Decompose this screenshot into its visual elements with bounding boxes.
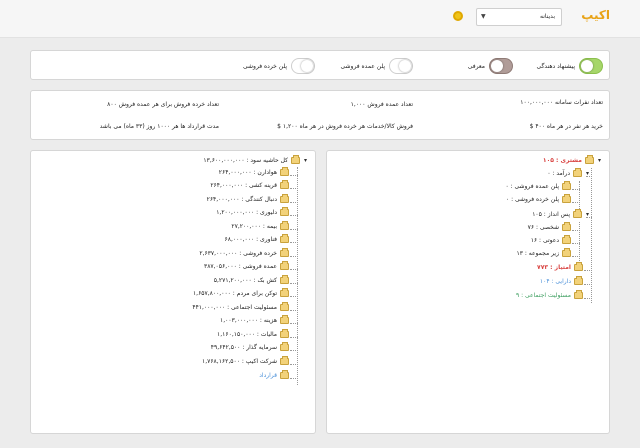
tree-node-income[interactable]: ▾ درآمد : ۰	[547, 168, 591, 177]
folder-icon	[280, 288, 289, 297]
folder-icon	[280, 221, 289, 230]
collapse-icon[interactable]: ▾	[596, 157, 603, 164]
tree-node-wholesale-plan[interactable]: پلن عمده فروشی : ۰	[505, 181, 571, 190]
tree-node-retail-plan[interactable]: پلن خرده فروشی : ۰	[506, 194, 571, 203]
tree-node-ekip-company[interactable]: شرکت اکیپ : ۱,۷۶۸,۱۶۲,۵۰۰	[202, 356, 289, 365]
tree-node-lottery[interactable]: قرینه کشی : ۲۶۴,۰۰۰,۰۰۰	[210, 180, 289, 189]
folder-icon	[585, 155, 594, 164]
tree-node-technology[interactable]: فناوری : ۶۸,۰۰۰,۰۰۰	[225, 234, 289, 243]
info-retail-sales: فروش کالا/خدمات هر خرده فروش در هر ماه ۱…	[277, 123, 413, 130]
city-select-value: بدینانه	[539, 13, 555, 20]
folder-icon	[562, 235, 571, 244]
folder-icon	[280, 167, 289, 176]
app-logo[interactable]: اکیپ	[581, 8, 610, 22]
tree-node-social-responsibility[interactable]: مسئولیت اجتماعی : ۹	[516, 290, 583, 299]
folder-icon	[574, 276, 583, 285]
tree-node-fans[interactable]: هوادارن : ۲۶۴,۰۰۰,۰۰۰	[219, 167, 289, 176]
tree-node-social-responsibility-cost[interactable]: مسئولیت اجتماعی : ۴۴۱,۰۰۰,۰۰۰	[192, 302, 289, 311]
tree-node-contract[interactable]: قرارداد	[259, 370, 289, 379]
folder-icon	[573, 168, 582, 177]
switch-retail[interactable]	[291, 58, 315, 74]
profit-tree-panel: ▾ کل حاشیه سود : ۱۳,۶۰۰,۰۰۰,۰۰۰ هوادارن …	[30, 150, 316, 434]
folder-icon	[280, 342, 289, 351]
tree-node-personal[interactable]: شخصی : ۷۶	[528, 222, 571, 231]
tree-node-cost[interactable]: هزینه : ۱,۰۰۳,۰۰۰,۰۰۰	[220, 315, 289, 324]
folder-icon	[280, 302, 289, 311]
tree-node-people-token[interactable]: توکن برای مردم : ۱,۶۵۷,۸۰۰,۰۰۰	[193, 288, 289, 297]
folder-icon	[573, 209, 582, 218]
toggle-suggester[interactable]: پیشنهاد دهندگی	[533, 56, 603, 76]
tree-node-following[interactable]: دنبال کنندگی : ۲۶۴,۰۰۰,۰۰۰	[207, 194, 289, 203]
folder-icon	[562, 222, 571, 231]
customer-tree-panel: ▾ مشتری : ۱۰۵ ▾ درآمد : ۰ پلن عمده فروشی…	[326, 150, 610, 434]
toggle-retail-plan[interactable]: پلن خرده فروشی	[239, 56, 315, 76]
toggle-label: معرفی	[467, 62, 485, 70]
folder-icon	[574, 290, 583, 299]
tree-node-cashback[interactable]: کش بک : ۵,۲۷۱,۲۰۰,۰۰۰	[214, 275, 289, 284]
gear-icon[interactable]	[453, 11, 463, 21]
folder-icon	[280, 248, 289, 257]
folder-icon	[280, 180, 289, 189]
collapse-icon[interactable]: ▾	[302, 157, 309, 164]
collapse-icon[interactable]: ▾	[584, 211, 591, 218]
tree-node-total-margin[interactable]: ▾ کل حاشیه سود : ۱۳,۶۰۰,۰۰۰,۰۰۰	[203, 155, 309, 164]
folder-icon	[280, 194, 289, 203]
tree-node-tax[interactable]: مالیات : ۱,۱۶۰,۱۵۰,۰۰۰	[217, 329, 289, 338]
tree-node-savings[interactable]: ▾ پس انداز : ۱۰۵	[532, 209, 591, 218]
folder-icon	[562, 248, 571, 257]
info-monthly-purchase: خرید هر نفر در هر ماه ۴۰۰ $	[529, 123, 603, 130]
plan-toggles-panel: پیشنهاد دهندگی معرفی پلن عمده فروشی پلن …	[30, 50, 610, 80]
system-info-panel: تعداد نفرات سامانه ۱۰۰,۰۰۰,۰۰۰ تعداد عمد…	[30, 90, 610, 140]
tree-node-wholesale[interactable]: عمده فروشی : ۳۸۷,۰۵۶,۰۰۰	[204, 261, 289, 270]
switch-wholesale[interactable]	[389, 58, 413, 74]
tree-node-subset[interactable]: زیر مجموعه : ۱۳	[516, 248, 571, 257]
info-contract-duration: مدت قرارداد ها هر ۱۰۰۰ روز (۳۳ ماه) می ب…	[99, 123, 219, 130]
folder-icon	[280, 315, 289, 324]
folder-icon	[280, 356, 289, 365]
tree-node-retail[interactable]: خرده فروشی : ۲,۶۳۷,۰۰۰,۰۰۰	[199, 248, 289, 257]
city-select[interactable]: بدینانه ▼	[476, 8, 562, 26]
folder-icon	[280, 207, 289, 216]
info-retail-per-wholesaler: تعداد خرده فروش برای هر عمده فروش ۸۰۰	[107, 101, 219, 108]
top-bar: اکیپ بدینانه ▼	[0, 0, 640, 38]
toggle-label: پیشنهاد دهندگی	[536, 62, 575, 70]
folder-icon	[280, 261, 289, 270]
tree-node-points[interactable]: امتیاز : ۷۷۳	[537, 262, 583, 271]
toggle-wholesale-plan[interactable]: پلن عمده فروشی	[337, 56, 413, 76]
folder-icon	[280, 370, 289, 379]
toggle-referral[interactable]: معرفی	[464, 56, 513, 76]
folder-icon	[280, 275, 289, 284]
tree-node-insurance[interactable]: بیمه : ۲۷,۲۰۰,۰۰۰	[231, 221, 289, 230]
tree-node-customer[interactable]: ▾ مشتری : ۱۰۵	[543, 155, 603, 164]
folder-icon	[562, 194, 571, 203]
tree-node-investor[interactable]: سرمایه گذار : ۴۹,۶۴۲,۵۰۰	[211, 342, 289, 351]
tree-node-invited[interactable]: دعوتی : ۱۶	[531, 235, 571, 244]
folder-icon	[562, 181, 571, 190]
tree-node-delivery[interactable]: دلیوری : ۱,۲۰۰,۰۰۰,۰۰۰	[216, 207, 289, 216]
folder-icon	[574, 262, 583, 271]
toggle-label: پلن عمده فروشی	[340, 62, 385, 70]
collapse-icon[interactable]: ▾	[584, 170, 591, 177]
folder-icon	[280, 329, 289, 338]
folder-icon	[280, 234, 289, 243]
info-wholesalers: تعداد عمده فروش ۱,۰۰۰	[350, 101, 413, 108]
info-users: تعداد نفرات سامانه ۱۰۰,۰۰۰,۰۰۰	[520, 99, 603, 106]
toggle-label: پلن خرده فروشی	[243, 62, 287, 70]
switch-suggester[interactable]	[579, 58, 603, 74]
folder-icon	[291, 155, 300, 164]
tree-node-assets[interactable]: دارایی : ۱۰۴	[540, 276, 583, 285]
chevron-down-icon: ▼	[481, 13, 486, 20]
switch-referral[interactable]	[489, 58, 513, 74]
